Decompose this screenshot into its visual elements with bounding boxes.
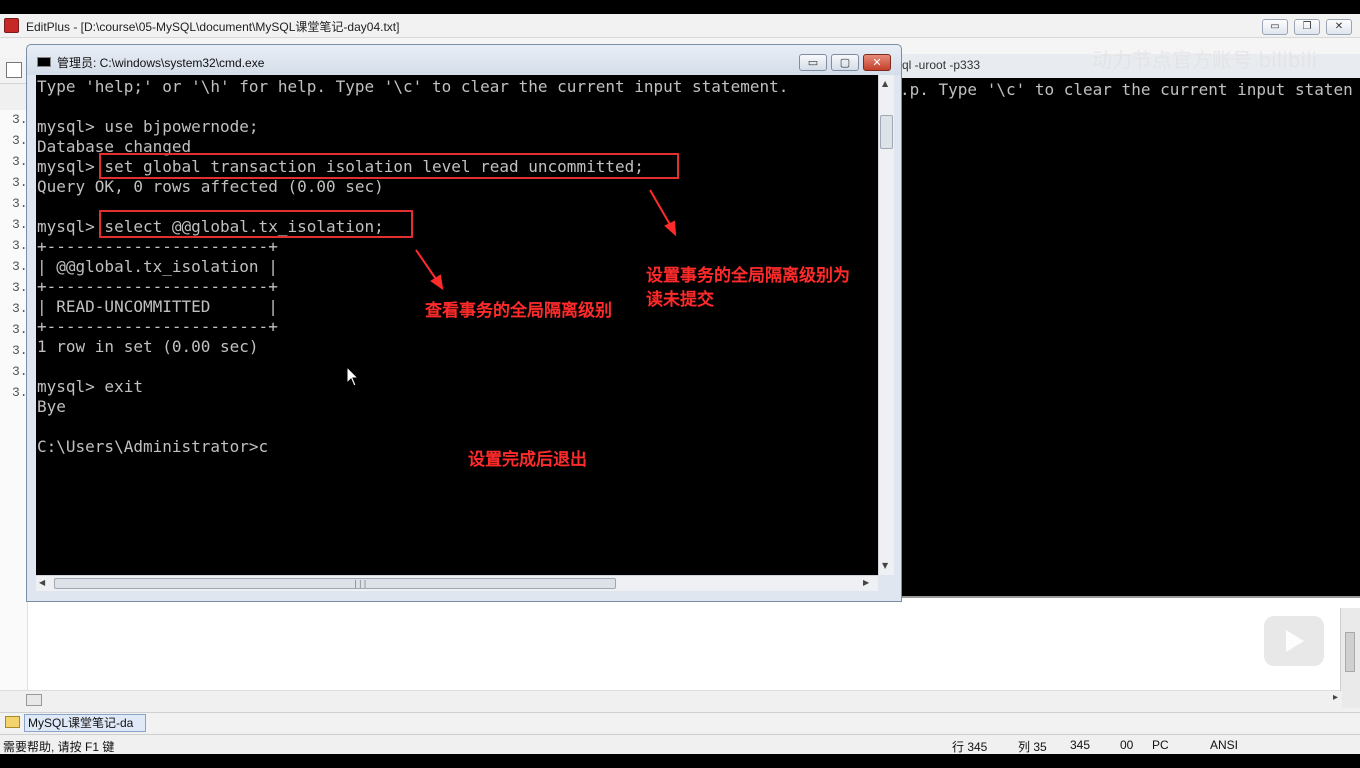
console-line: | @@global.tx_isolation |	[37, 257, 278, 276]
console-line: 1 row in set (0.00 sec)	[37, 337, 259, 356]
console-line: | READ-UNCOMMITTED |	[37, 297, 278, 316]
annotation-view-isolation: 查看事务的全局隔离级别	[425, 301, 612, 321]
console-line: +-----------------------+	[37, 237, 278, 256]
scroll-right-arrow-icon[interactable]: ▶	[863, 578, 869, 587]
cmd-hscroll-thumb[interactable]: |||	[54, 578, 616, 589]
editplus-app-icon	[4, 18, 19, 33]
editplus-minimize-button[interactable]: ▭	[1262, 19, 1288, 35]
scroll-right-arrow-icon[interactable]: ▸	[1333, 692, 1338, 703]
scroll-left-arrow-icon[interactable]: ◀	[39, 578, 45, 587]
status-mode: PC	[1152, 738, 1169, 752]
cmd-minimize-button[interactable]: ▭	[799, 54, 827, 71]
status-line: 行 345	[952, 740, 988, 754]
play-triangle-icon	[1286, 630, 1304, 652]
document-tab-label: MySQL课堂笔记-da	[28, 716, 134, 730]
annotation-set-isolation-line2: 读未提交	[646, 290, 714, 310]
editor-vertical-scrollbar[interactable]	[1340, 600, 1360, 708]
background-cmd-line: .p. Type '\c' to clear the current input…	[900, 80, 1353, 99]
mouse-cursor-icon	[346, 366, 360, 387]
console-line: mysql> exit	[37, 377, 143, 396]
scroll-down-arrow-icon[interactable]: ▼	[882, 561, 888, 570]
status-help-text: 需要帮助, 请按 F1 键	[3, 740, 115, 754]
scroll-up-arrow-icon[interactable]: ▲	[882, 79, 888, 88]
cmd-titlebar[interactable]: 管理员: C:\windows\system32\cmd.exe ▭ ▢ ✕	[27, 45, 901, 75]
new-file-icon[interactable]	[6, 62, 22, 78]
document-tabbar: MySQL课堂笔记-da	[0, 712, 1360, 732]
background-cmd-title: ql -uroot -p333	[902, 58, 981, 72]
console-output[interactable]: Type 'help;' or '\h' for help. Type '\c'…	[36, 75, 878, 575]
bilibili-watermark: 动力节点官方账号 bilibili	[1092, 48, 1318, 72]
console-line: +-----------------------+	[37, 317, 278, 336]
editor-text-area[interactable]	[28, 600, 1360, 690]
editplus-restore-button[interactable]: ❐	[1294, 19, 1320, 35]
cmd-title: 管理员: C:\windows\system32\cmd.exe	[57, 56, 265, 70]
status-column: 列 35	[1018, 740, 1047, 754]
console-line: Query OK, 0 rows affected (0.00 sec)	[37, 177, 384, 196]
editor-horizontal-scrollbar[interactable]: ▸	[0, 690, 1342, 708]
editor-hscroll-thumb[interactable]	[26, 694, 42, 706]
editplus-titlebar: EditPlus - [D:\course\05-MySQL\document\…	[0, 14, 1360, 38]
background-cmd-window[interactable]: ql -uroot -p333 .p. Type '\c' to clear t…	[900, 54, 1360, 600]
highlight-select-isolation-command	[99, 210, 413, 238]
editor-vscroll-thumb[interactable]	[1345, 632, 1355, 672]
status-encoding: ANSI	[1210, 738, 1239, 752]
editplus-close-button[interactable]: ✕	[1326, 19, 1352, 35]
play-icon[interactable]	[1264, 616, 1324, 666]
console-line: Bye	[37, 397, 66, 416]
editplus-title: EditPlus - [D:\course\05-MySQL\document\…	[26, 20, 400, 34]
annotation-set-isolation-line1: 设置事务的全局隔离级别为	[646, 266, 850, 286]
console-line: C:\Users\Administrator>c	[37, 437, 269, 456]
cmd-close-button[interactable]: ✕	[863, 54, 891, 71]
status-num: 00	[1120, 738, 1134, 752]
cmd-vertical-scrollbar[interactable]: ▲ ▼	[878, 75, 894, 575]
console-line: Type 'help;' or '\h' for help. Type '\c'…	[37, 77, 789, 96]
highlight-set-isolation-command	[99, 153, 679, 179]
console-line: +-----------------------+	[37, 277, 278, 296]
status-position: 345	[1070, 738, 1091, 752]
cmd-window[interactable]: 管理员: C:\windows\system32\cmd.exe ▭ ▢ ✕ T…	[26, 44, 902, 602]
folder-icon[interactable]	[5, 716, 20, 728]
scroll-grip: |||	[353, 579, 368, 588]
annotation-exit-after: 设置完成后退出	[468, 450, 587, 470]
cmd-horizontal-scrollbar[interactable]: ◀ ||| ▶	[36, 575, 878, 591]
console-line: mysql> use bjpowernode;	[37, 117, 259, 136]
line-number-gutter: 3. 3. 3. 3. 3. 3. 3. 3. 3. 3. 3. 3. 3. 3…	[0, 110, 28, 690]
cmd-maximize-button[interactable]: ▢	[831, 54, 859, 71]
cmd-app-icon	[37, 57, 51, 67]
status-bar: 需要帮助, 请按 F1 键 行 345 列 35 345 00 PC ANSI	[0, 734, 1360, 754]
cmd-vscroll-thumb[interactable]	[880, 115, 893, 149]
document-tab[interactable]: MySQL课堂笔记-da	[24, 714, 146, 732]
